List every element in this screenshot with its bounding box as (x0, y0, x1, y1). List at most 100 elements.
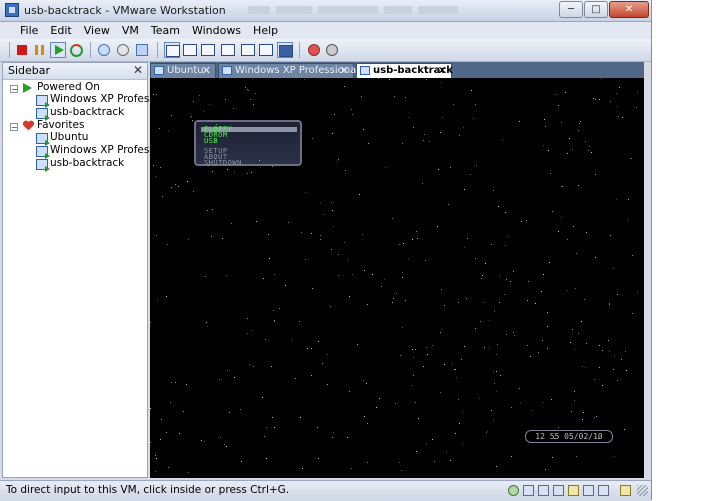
network-icon[interactable] (508, 485, 519, 496)
summary-view-icon[interactable] (240, 42, 256, 58)
star-dot (602, 385, 603, 386)
sidebar-item-usb-backtrack[interactable]: usb-backtrack (50, 106, 124, 118)
star-dot (332, 210, 333, 211)
snapshot-icon[interactable] (96, 42, 112, 58)
revert-snapshot-icon[interactable] (115, 42, 131, 58)
menu-windows[interactable]: Windows (186, 22, 247, 39)
star-dot (576, 456, 577, 457)
star-dot (274, 427, 275, 428)
reset-icon[interactable] (68, 42, 84, 58)
pause-icon[interactable] (32, 42, 48, 58)
star-dot (473, 118, 474, 119)
group-powered-on[interactable]: Powered On (37, 81, 100, 93)
disk-icon[interactable] (523, 485, 534, 496)
appliance-view-icon[interactable] (258, 42, 274, 58)
menu-team[interactable]: Team (145, 22, 186, 39)
stop-icon[interactable] (14, 42, 30, 58)
boot-menu[interactable]: FLOPPY CDROM USB SETUP ABOUT SHUTDOWN (194, 120, 302, 167)
maximize-button[interactable]: □ (584, 1, 608, 18)
menu-file[interactable]: File (14, 22, 44, 39)
star-dot (159, 128, 160, 129)
star-dot (274, 321, 275, 322)
star-dot (497, 344, 498, 345)
star-dot (542, 402, 543, 403)
star-dot (199, 95, 200, 96)
cdrom-icon[interactable] (538, 485, 549, 496)
group-favorites[interactable]: Favorites (37, 119, 84, 131)
fullscreen-icon[interactable] (182, 42, 198, 58)
star-dot (466, 298, 467, 299)
star-dot (157, 299, 158, 300)
star-dot (485, 263, 486, 264)
star-dot (496, 391, 497, 392)
star-dot (425, 260, 426, 261)
team-icon[interactable] (306, 42, 322, 58)
star-dot (155, 471, 156, 472)
star-dot (426, 347, 427, 348)
tab-ubuntu[interactable]: Ubuntu ✕ (150, 63, 216, 78)
star-dot (595, 257, 596, 258)
tab-close-icon[interactable]: ✕ (340, 64, 349, 77)
settings-icon[interactable] (324, 42, 340, 58)
star-dot (201, 440, 202, 441)
play-icon[interactable] (50, 42, 66, 58)
star-dot (418, 418, 419, 419)
star-dot (378, 78, 379, 79)
star-dot (426, 79, 427, 80)
menu-edit[interactable]: Edit (44, 22, 77, 39)
star-dot (409, 117, 410, 118)
menu-view[interactable]: View (78, 22, 116, 39)
title-bar[interactable]: usb-backtrack - VMware Workstation ─ □ ✕ (0, 0, 651, 22)
star-dot (179, 433, 180, 434)
star-dot (320, 239, 321, 240)
quick-switch-icon[interactable] (200, 42, 216, 58)
toolbar-separator (157, 42, 158, 58)
tab-windows-xp[interactable]: Windows XP Professional ✕ (218, 63, 359, 78)
star-dot (311, 375, 312, 376)
star-dot (318, 458, 319, 459)
star-dot (167, 244, 168, 245)
menu-help[interactable]: Help (247, 22, 284, 39)
star-dot (572, 149, 573, 150)
vm-console-screen[interactable]: FLOPPY CDROM USB SETUP ABOUT SHUTDOWN 12… (150, 78, 644, 478)
boot-option-usb[interactable]: USB (204, 138, 218, 145)
expander-favorites[interactable]: − (10, 123, 18, 132)
tab-close-icon[interactable]: ✕ (202, 64, 211, 77)
star-dot (248, 90, 249, 91)
snapshot-manager-icon[interactable] (134, 42, 150, 58)
floppy-icon[interactable] (553, 485, 564, 496)
star-dot (549, 262, 550, 263)
minimize-button[interactable]: ─ (559, 1, 583, 18)
star-dot (493, 420, 494, 421)
message-icon[interactable] (620, 485, 631, 496)
console-active-icon[interactable] (277, 42, 293, 58)
printer-icon[interactable] (598, 485, 609, 496)
sound-icon[interactable] (583, 485, 594, 496)
resize-grip-icon[interactable] (637, 485, 648, 496)
tab-usb-backtrack[interactable]: usb-backtrack ✕ (356, 63, 453, 79)
usb-icon[interactable] (568, 485, 579, 496)
menu-vm[interactable]: VM (116, 22, 145, 39)
star-dot (241, 461, 242, 462)
star-dot (596, 416, 597, 417)
star-dot (475, 328, 476, 329)
star-dot (307, 348, 308, 349)
star-dot (268, 234, 269, 235)
star-dot (441, 329, 442, 330)
sidebar-item-ubuntu[interactable]: Ubuntu (50, 131, 88, 143)
tab-close-icon[interactable]: ✕ (438, 64, 447, 77)
close-button[interactable]: ✕ (609, 1, 649, 18)
star-dot (150, 322, 151, 323)
expander-powered-on[interactable]: − (10, 85, 18, 94)
sidebar-close-button[interactable]: ✕ (133, 63, 143, 77)
star-dot (183, 411, 184, 412)
star-dot (593, 98, 594, 99)
star-dot (262, 397, 263, 398)
sidebar-item-usb-backtrack-fav[interactable]: usb-backtrack (50, 157, 124, 169)
star-dot (598, 438, 599, 439)
sidebar-view-icon[interactable] (164, 42, 180, 58)
console-view-icon[interactable] (220, 42, 236, 58)
star-dot (166, 432, 167, 433)
star-dot (520, 403, 521, 404)
star-dot (191, 116, 192, 117)
